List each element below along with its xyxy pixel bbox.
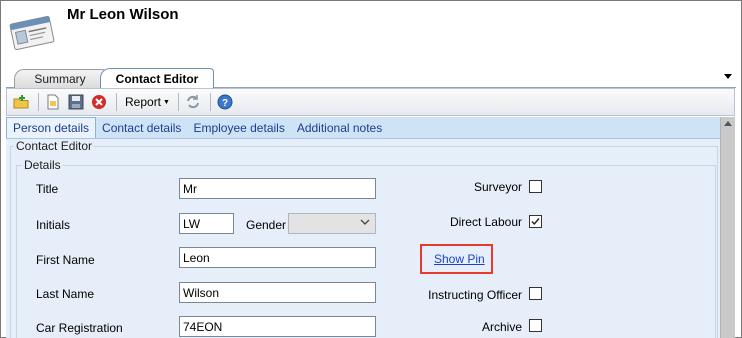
- chevron-down-icon: [360, 218, 370, 229]
- archive-label: Archive: [481, 320, 522, 334]
- tab-contact-editor[interactable]: Contact Editor: [100, 68, 214, 88]
- toolbar-separator: [209, 93, 211, 111]
- direct-labour-checkbox[interactable]: [529, 215, 542, 228]
- archive-checkbox[interactable]: [529, 319, 542, 332]
- toolbar-separator: [177, 93, 179, 111]
- checkmark-icon: [531, 218, 540, 226]
- scroll-up-icon[interactable]: [724, 121, 732, 126]
- car-registration-label: Car Registration: [36, 321, 123, 335]
- first-name-field[interactable]: [179, 247, 376, 268]
- subtab-employee-details[interactable]: Employee details: [187, 118, 290, 138]
- help-icon[interactable]: ?: [215, 92, 235, 112]
- tab-summary[interactable]: Summary: [14, 69, 106, 88]
- detail-subtabs: Person details Contact details Employee …: [6, 117, 720, 139]
- page-title: Mr Leon Wilson: [67, 6, 179, 23]
- tab-list-dropdown-icon[interactable]: [724, 74, 732, 79]
- last-name-label: Last Name: [36, 287, 95, 301]
- subtab-contact-details[interactable]: Contact details: [96, 118, 187, 138]
- new-document-icon[interactable]: [43, 92, 63, 112]
- instructing-officer-label: Instructing Officer: [428, 288, 522, 302]
- vertical-scrollbar[interactable]: [720, 117, 735, 338]
- initials-field[interactable]: [179, 213, 234, 234]
- contact-editor-group-title: Contact Editor: [14, 139, 95, 153]
- new-folder-icon[interactable]: [11, 92, 31, 112]
- gender-label: Gender: [246, 218, 287, 232]
- show-pin-link[interactable]: Show Pin: [434, 252, 485, 266]
- surveyor-label: Surveyor: [473, 180, 522, 194]
- subtab-additional-notes[interactable]: Additional notes: [291, 118, 388, 138]
- surveyor-checkbox[interactable]: [529, 180, 542, 193]
- last-name-field[interactable]: [179, 282, 376, 303]
- toolbar-separator: [38, 93, 39, 111]
- close-icon[interactable]: [89, 92, 109, 112]
- title-label: Title: [36, 182, 59, 196]
- chevron-down-icon: ▼: [163, 98, 170, 106]
- report-menu-button[interactable]: Report ▼: [121, 95, 174, 109]
- first-name-label: First Name: [36, 253, 95, 267]
- subtab-person-details[interactable]: Person details: [6, 117, 97, 138]
- toolbar-separator: [116, 93, 117, 111]
- gender-select[interactable]: [288, 213, 376, 234]
- details-group-title: Details: [22, 158, 63, 172]
- contact-card-icon: [8, 12, 56, 54]
- car-registration-field[interactable]: [179, 316, 376, 337]
- refresh-icon[interactable]: [183, 92, 203, 112]
- initials-label: Initials: [36, 218, 71, 232]
- toolbar: Report ▼ ?: [6, 88, 735, 116]
- report-label: Report: [125, 95, 162, 109]
- svg-text:?: ?: [222, 98, 228, 109]
- direct-labour-label: Direct Labour: [449, 215, 522, 229]
- instructing-officer-checkbox[interactable]: [529, 287, 542, 300]
- save-icon[interactable]: [66, 92, 86, 112]
- title-field[interactable]: [179, 178, 376, 199]
